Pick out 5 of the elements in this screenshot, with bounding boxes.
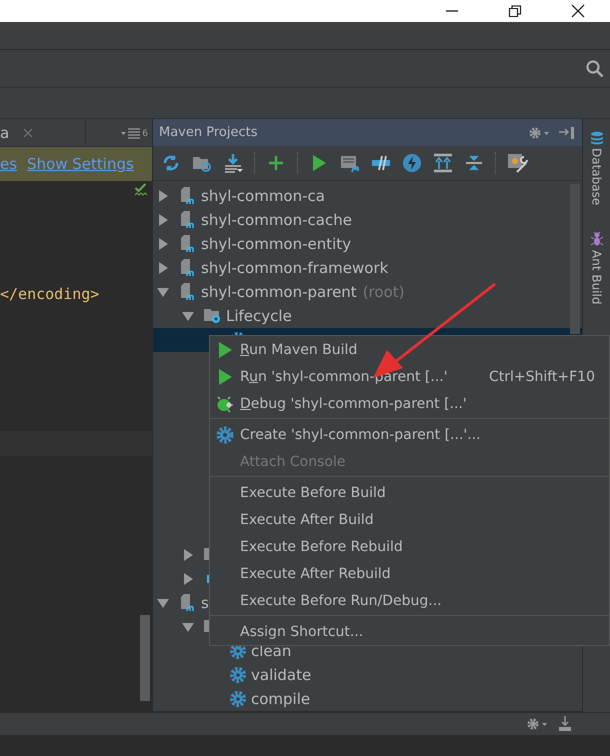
shortcut-text: Ctrl+Shift+F10 — [488, 368, 596, 384]
root-label: (root) — [362, 283, 404, 301]
code-line: </encoding> — [0, 285, 100, 303]
panel-title: Maven Projects — [159, 125, 258, 140]
tab-count: 6 — [142, 128, 148, 138]
